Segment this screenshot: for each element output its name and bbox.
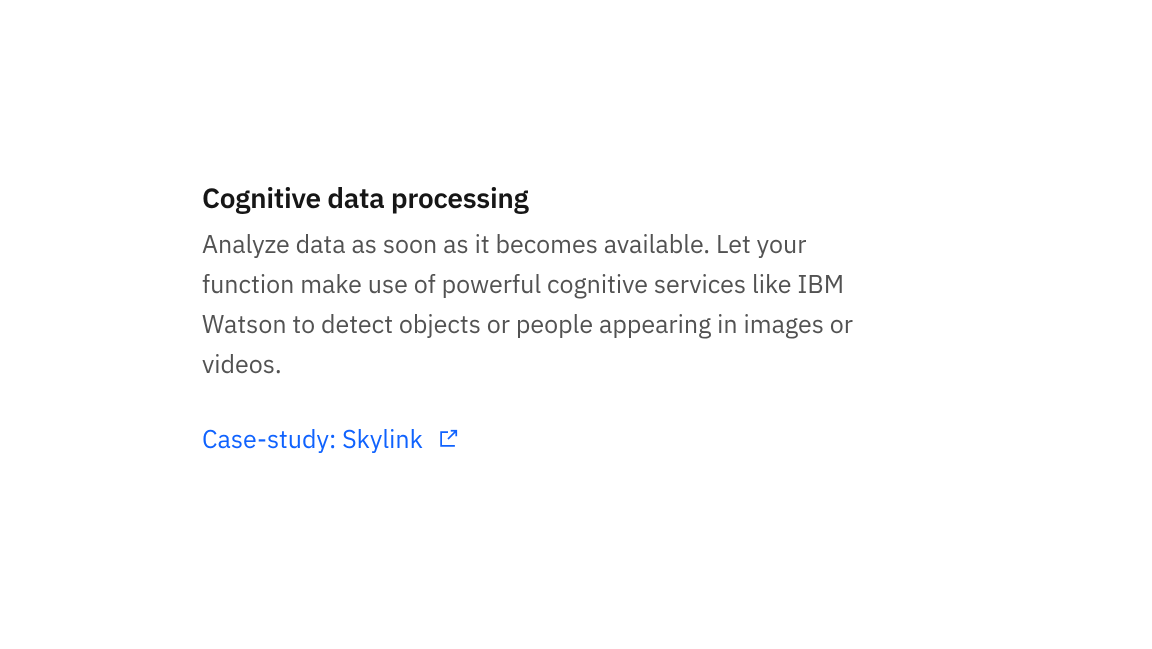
case-study-link[interactable]: Case-study: Skylink xyxy=(202,422,459,455)
link-label: Case-study: Skylink xyxy=(202,422,423,455)
content-section: Cognitive data processing Analyze data a… xyxy=(202,180,902,455)
external-link-icon xyxy=(437,428,459,450)
section-heading: Cognitive data processing xyxy=(202,180,902,216)
section-description: Analyze data as soon as it becomes avail… xyxy=(202,224,902,384)
